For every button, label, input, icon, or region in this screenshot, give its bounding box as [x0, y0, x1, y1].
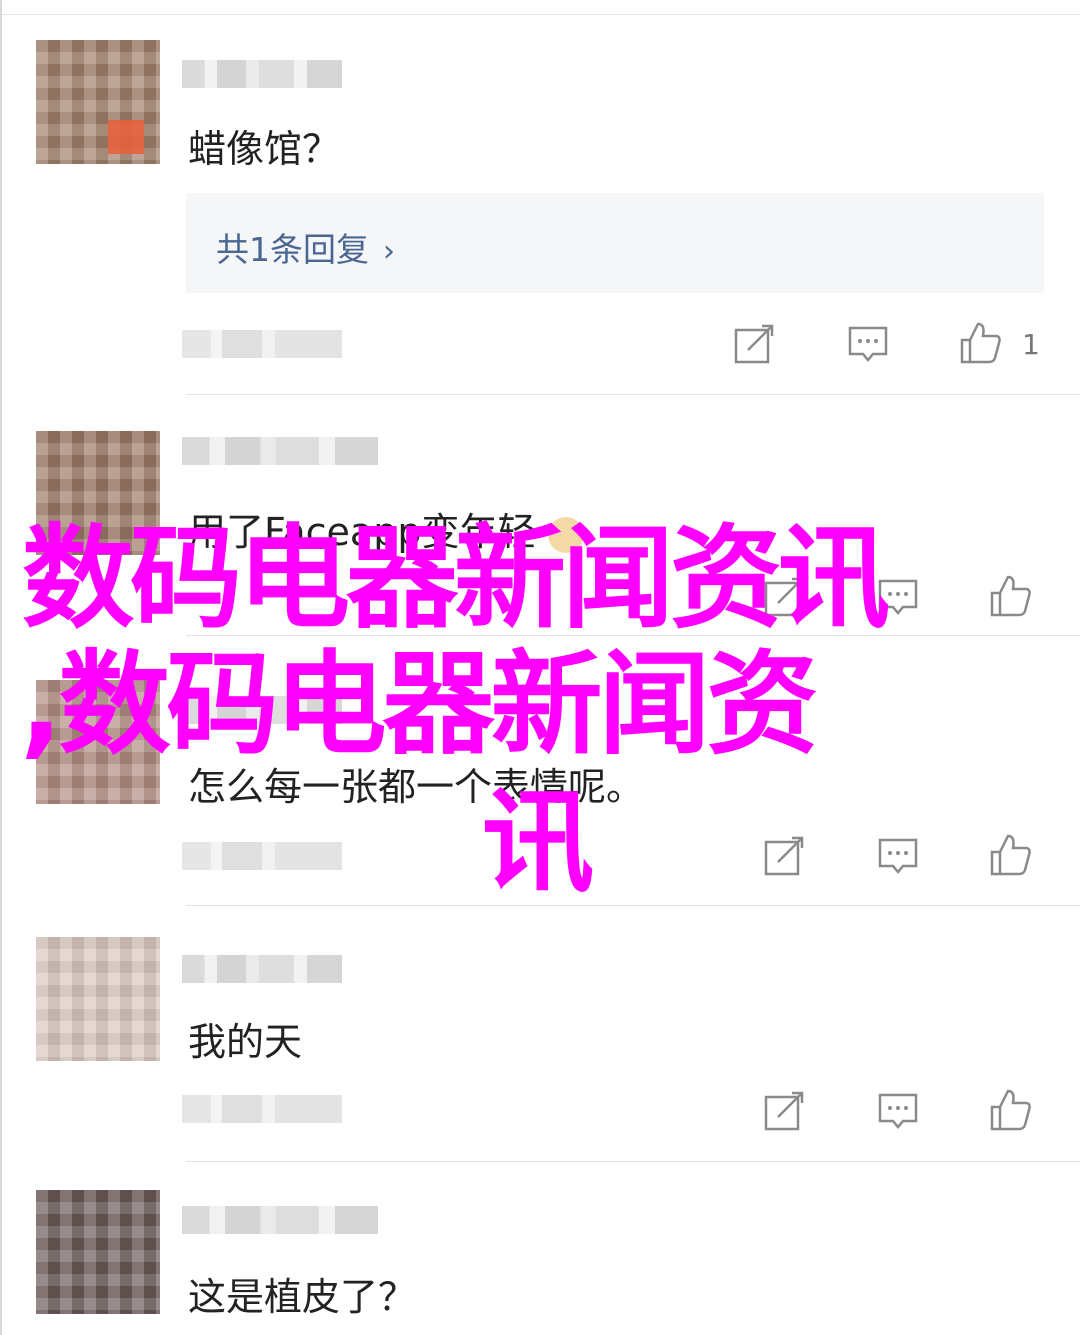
thumbs-up-icon[interactable]	[958, 320, 1002, 364]
username-blurred[interactable]	[182, 955, 342, 983]
comment-item-4: 我的天	[0, 905, 1080, 1162]
username-blurred[interactable]	[182, 1206, 378, 1234]
reply-summary: 共1条回复 ›	[216, 223, 395, 271]
share-edit-icon[interactable]	[732, 322, 776, 366]
comment-bubble-icon[interactable]	[876, 1089, 920, 1133]
avatar[interactable]	[36, 937, 160, 1061]
timestamp-blurred	[182, 842, 342, 870]
thumbs-up-icon[interactable]	[988, 1087, 1032, 1131]
comment-item-1: 蜡像馆？ 共1条回复 › 1	[0, 0, 1080, 395]
avatar-badge	[108, 120, 144, 154]
comment-text: 我的天	[188, 1020, 303, 1064]
avatar[interactable]	[36, 40, 160, 164]
like-count: 1	[1022, 328, 1040, 361]
comment-item-5: 这是植皮了？	[0, 1162, 1080, 1335]
comment-text: 蜡像馆？	[188, 127, 341, 171]
chevron-right-icon: ›	[383, 234, 395, 269]
reply-count-label: 共1条回复	[216, 230, 369, 269]
avatar[interactable]	[36, 1190, 160, 1314]
timestamp-blurred	[182, 1095, 342, 1123]
reply-thread[interactable]: 共1条回复 ›	[186, 193, 1044, 293]
timestamp-blurred	[182, 330, 342, 358]
username-blurred[interactable]	[182, 60, 342, 88]
comment-text: 这是植皮了？	[188, 1275, 417, 1319]
username-blurred[interactable]	[182, 437, 378, 465]
overlay-title-line-3: 讯	[482, 778, 594, 908]
share-edit-icon[interactable]	[762, 1089, 806, 1133]
comment-feed: 蜡像馆？ 共1条回复 › 1 用了Faceapp变年轻 怎么每一张都一个表情呢。…	[0, 0, 1080, 1335]
comment-bubble-icon[interactable]	[846, 322, 890, 366]
